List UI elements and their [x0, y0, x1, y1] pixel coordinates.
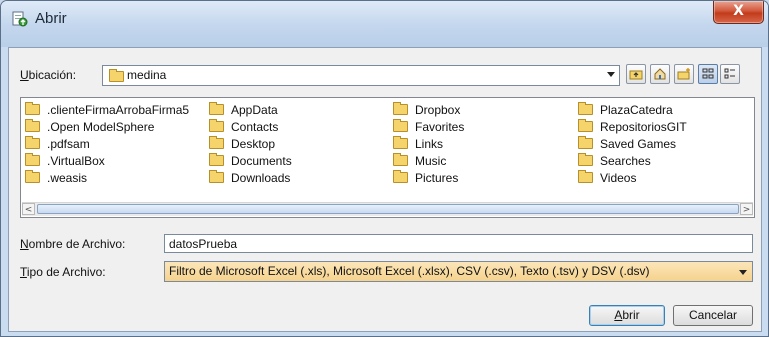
list-item[interactable]: Downloads [207, 170, 292, 187]
list-item[interactable]: .pdfsam [23, 136, 189, 153]
filetype-value: Filtro de Microsoft Excel (.xls), Micros… [169, 264, 650, 278]
folder-icon [209, 153, 224, 167]
list-item[interactable]: Saved Games [576, 136, 687, 153]
list-item[interactable]: .weasis [23, 170, 189, 187]
list-item[interactable]: Favorites [391, 119, 464, 136]
folder-up-icon [629, 70, 643, 80]
filetype-label: Tipo de Archivo: [20, 265, 106, 279]
location-combobox[interactable]: medina [102, 65, 620, 86]
cancel-button[interactable]: Cancelar [673, 305, 753, 326]
home-button[interactable] [650, 64, 670, 84]
details-view-button[interactable] [720, 64, 740, 84]
list-item[interactable]: Searches [576, 153, 687, 170]
location-label: Ubicación: [20, 68, 77, 82]
file-column-4: PlazaCatedra RepositoriosGIT Saved Games… [576, 102, 687, 187]
folder-icon [25, 170, 40, 184]
open-dialog: Abrir X Ubicación: medina .clienteFirmaA… [0, 0, 769, 337]
list-item[interactable]: Dropbox [391, 102, 464, 119]
folder-icon [25, 102, 40, 116]
folder-icon [578, 119, 593, 133]
folder-icon [578, 153, 593, 167]
folder-icon [25, 136, 40, 150]
list-item[interactable]: Desktop [207, 136, 292, 153]
home-icon [654, 68, 666, 80]
chevron-down-icon [739, 270, 747, 275]
scroll-thumb[interactable] [37, 204, 739, 214]
folder-icon [393, 136, 408, 150]
new-folder-button[interactable] [674, 64, 694, 84]
folder-icon [209, 119, 224, 133]
folder-icon [578, 170, 593, 184]
list-item[interactable]: Links [391, 136, 464, 153]
up-folder-button[interactable] [626, 64, 646, 84]
scroll-left-button[interactable]: < [22, 203, 35, 215]
folder-icon [25, 153, 40, 167]
close-button[interactable]: X [713, 1, 764, 24]
file-column-2: AppData Contacts Desktop Documents Downl… [207, 102, 292, 187]
folder-icon [393, 119, 408, 133]
details-view-icon [724, 68, 735, 79]
folder-icon [393, 170, 408, 184]
folder-icon [209, 102, 224, 116]
list-item[interactable]: Pictures [391, 170, 464, 187]
location-value: medina [127, 68, 167, 82]
dialog-body: Ubicación: medina .clienteFirmaArrobaFir… [8, 47, 762, 332]
scroll-right-button[interactable]: > [740, 203, 753, 215]
open-button[interactable]: Abrir [589, 305, 665, 326]
list-item[interactable]: Music [391, 153, 464, 170]
filename-label: Nombre de Archivo: [20, 237, 126, 251]
file-column-1: .clienteFirmaArrobaFirma5 .Open ModelSph… [23, 102, 189, 187]
folder-icon [393, 102, 408, 116]
open-file-icon [12, 11, 28, 27]
folder-icon [109, 69, 124, 82]
folder-icon [393, 153, 408, 167]
list-item[interactable]: .clienteFirmaArrobaFirma5 [23, 102, 189, 119]
folder-icon [578, 102, 593, 116]
folder-icon [578, 136, 593, 150]
list-item[interactable]: PlazaCatedra [576, 102, 687, 119]
new-folder-icon [677, 68, 690, 80]
horizontal-scrollbar[interactable]: < > [22, 202, 753, 216]
title-bar[interactable]: Abrir X [1, 1, 768, 47]
folder-icon [209, 136, 224, 150]
list-view-icon [702, 68, 714, 79]
file-column-3: Dropbox Favorites Links Music Pictures [391, 102, 464, 187]
list-item[interactable]: Videos [576, 170, 687, 187]
filetype-select[interactable]: Filtro de Microsoft Excel (.xls), Micros… [164, 261, 753, 282]
chevron-down-icon [607, 72, 615, 77]
list-item[interactable]: Contacts [207, 119, 292, 136]
list-item[interactable]: Documents [207, 153, 292, 170]
filename-input[interactable]: datosPrueba [164, 234, 753, 253]
list-view-button[interactable] [698, 64, 718, 84]
list-item[interactable]: RepositoriosGIT [576, 119, 687, 136]
window-title: Abrir [35, 10, 67, 27]
list-item[interactable]: .Open ModelSphere [23, 119, 189, 136]
list-item[interactable]: .VirtualBox [23, 153, 189, 170]
file-list[interactable]: .clienteFirmaArrobaFirma5 .Open ModelSph… [20, 97, 755, 218]
folder-icon [209, 170, 224, 184]
folder-icon [25, 119, 40, 133]
list-item[interactable]: AppData [207, 102, 292, 119]
